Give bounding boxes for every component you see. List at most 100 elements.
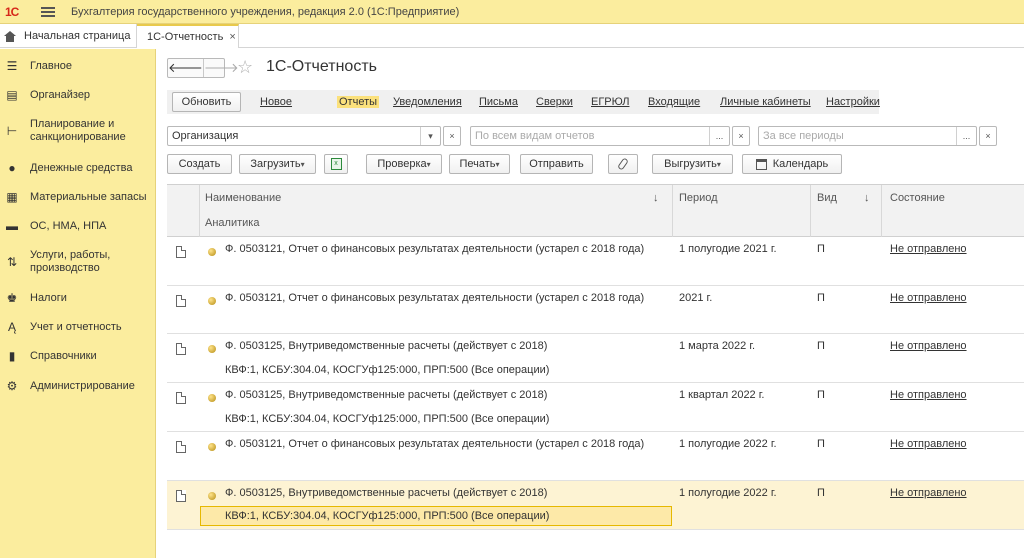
- report-name: Ф. 0503121, Отчет о финансовых результат…: [225, 243, 645, 255]
- check-label: Проверка: [377, 158, 427, 170]
- report-status-link[interactable]: Не отправлено: [890, 243, 967, 255]
- organization-field[interactable]: Организация ▾: [167, 126, 441, 146]
- column-divider: [199, 185, 200, 237]
- column-header-status[interactable]: Состояние: [890, 192, 945, 204]
- link-reconciliations[interactable]: Сверки: [536, 96, 573, 108]
- report-kind: П: [817, 340, 825, 352]
- chevron-down-icon[interactable]: ▾: [420, 127, 440, 145]
- attach-button[interactable]: [608, 154, 638, 174]
- refresh-button[interactable]: Обновить: [172, 92, 241, 112]
- excel-upload-button[interactable]: x: [324, 154, 348, 174]
- send-button[interactable]: Отправить: [520, 154, 593, 174]
- upload-button[interactable]: Загрузить: [239, 154, 316, 174]
- link-new[interactable]: Новое: [260, 96, 292, 108]
- status-ball-icon: [208, 297, 216, 305]
- link-incoming[interactable]: Входящие: [648, 96, 700, 108]
- document-icon: [176, 490, 186, 502]
- table-row[interactable]: Ф. 0503121, Отчет о финансовых результат…: [167, 237, 1024, 286]
- link-settings[interactable]: Настройки: [826, 96, 880, 108]
- select-ellipsis-icon[interactable]: ...: [709, 127, 729, 145]
- sidebar-item-label: Услуги, работы, производство: [30, 249, 111, 274]
- forward-button[interactable]: 🡒: [204, 59, 239, 77]
- link-egrul[interactable]: ЕГРЮЛ: [591, 96, 629, 108]
- print-button[interactable]: Печать: [449, 154, 510, 174]
- main-menu-icon[interactable]: [41, 6, 55, 17]
- document-icon: [176, 295, 186, 307]
- report-status-link[interactable]: Не отправлено: [890, 438, 967, 450]
- sidebar-item-directories[interactable]: ▮ Справочники: [0, 349, 156, 365]
- table-row[interactable]: Ф. 0503125, Внутриведомственные расчеты …: [167, 334, 1024, 383]
- sidebar-item-taxes[interactable]: ♚ Налоги: [0, 291, 156, 307]
- clear-organization-button[interactable]: ×: [443, 126, 461, 146]
- clear-report-types-button[interactable]: ×: [732, 126, 750, 146]
- report-period: 1 полугодие 2022 г.: [679, 438, 777, 450]
- close-tab-icon[interactable]: ×: [229, 31, 235, 43]
- link-personal-accounts[interactable]: Личные кабинеты: [720, 96, 811, 108]
- column-header-name[interactable]: Наименование: [205, 192, 281, 204]
- favorite-star-icon[interactable]: ☆: [237, 57, 253, 78]
- tab-home-label: Начальная страница: [24, 30, 131, 42]
- clear-periods-button[interactable]: ×: [979, 126, 997, 146]
- sidebar-item-services[interactable]: ⇅ Услуги, работы, производство: [0, 249, 156, 277]
- report-status-link[interactable]: Не отправлено: [890, 487, 967, 499]
- sidebar-item-main[interactable]: ☰ Главное: [0, 59, 156, 75]
- sidebar-item-label: ОС, НМА, НПА: [30, 220, 107, 232]
- column-divider: [672, 185, 673, 237]
- truck-icon: ▬: [6, 219, 18, 233]
- back-button[interactable]: 🡐: [168, 59, 204, 77]
- sidebar-item-label: Органайзер: [30, 89, 91, 101]
- tab-home[interactable]: Начальная страница: [0, 24, 137, 48]
- table-row-selected[interactable]: Ф. 0503125, Внутриведомственные расчеты …: [167, 481, 1024, 530]
- select-ellipsis-icon[interactable]: ...: [956, 127, 976, 145]
- paperclip-icon: [617, 157, 629, 171]
- report-status-link[interactable]: Не отправлено: [890, 340, 967, 352]
- report-period: 1 полугодие 2021 г.: [679, 243, 777, 255]
- organization-value: Организация: [172, 130, 239, 142]
- report-period: 1 квартал 2022 г.: [679, 389, 765, 401]
- column-divider: [881, 185, 882, 237]
- link-letters[interactable]: Письма: [479, 96, 518, 108]
- table-header: Наименование ↓ Аналитика Период Вид ↓ Со…: [167, 185, 1024, 237]
- report-analytics: КВФ:1, КСБУ:304.04, КОСГУф125:000, ПРП:5…: [225, 510, 550, 522]
- export-button[interactable]: Выгрузить: [652, 154, 733, 174]
- report-status-link[interactable]: Не отправлено: [890, 389, 967, 401]
- check-button[interactable]: Проверка: [366, 154, 442, 174]
- link-reports[interactable]: Отчеты: [337, 96, 380, 108]
- calendar-icon: [755, 158, 767, 170]
- sidebar-item-reporting[interactable]: Ą Учет и отчетность: [0, 320, 156, 336]
- table-row[interactable]: Ф. 0503121, Отчет о финансовых результат…: [167, 432, 1024, 481]
- gear-icon: ⚙: [6, 379, 18, 393]
- home-icon: [4, 30, 16, 42]
- sidebar-item-inventory[interactable]: ▦ Материальные запасы: [0, 190, 156, 206]
- sidebar-item-planning[interactable]: ⊢ Планирование и санкционирование: [0, 118, 156, 146]
- report-types-field[interactable]: По всем видам отчетов ...: [470, 126, 730, 146]
- sidebar-item-organizer[interactable]: ▤ Органайзер: [0, 88, 156, 104]
- report-status-link[interactable]: Не отправлено: [890, 292, 967, 304]
- column-header-kind[interactable]: Вид: [817, 192, 837, 204]
- report-name: Ф. 0503125, Внутриведомственные расчеты …: [225, 389, 548, 401]
- window-tabs: Начальная страница 1С-Отчетность ×: [0, 24, 1024, 48]
- calendar-button[interactable]: Календарь: [742, 154, 842, 174]
- tab-1c-reporting[interactable]: 1С-Отчетность ×: [137, 24, 239, 48]
- sort-arrow-icon[interactable]: ↓: [653, 192, 659, 204]
- table-row[interactable]: Ф. 0503125, Внутриведомственные расчеты …: [167, 383, 1024, 432]
- column-header-period[interactable]: Период: [679, 192, 718, 204]
- periods-placeholder: За все периоды: [763, 130, 844, 142]
- reporting-icon: Ą: [7, 320, 16, 334]
- app-title: Бухгалтерия государственного учреждения,…: [71, 5, 460, 18]
- directories-icon: ▮: [8, 349, 16, 363]
- table-row[interactable]: Ф. 0503121, Отчет о финансовых результат…: [167, 286, 1024, 334]
- column-header-analytics[interactable]: Аналитика: [205, 217, 259, 229]
- periods-field[interactable]: За все периоды ...: [758, 126, 977, 146]
- sidebar-item-money[interactable]: ● Денежные средства: [0, 161, 156, 177]
- sort-arrow-icon[interactable]: ↓: [864, 192, 870, 204]
- link-notifications[interactable]: Уведомления: [393, 96, 462, 108]
- create-button[interactable]: Создать: [167, 154, 232, 174]
- upload-label: Загрузить: [250, 158, 301, 170]
- report-name: Ф. 0503121, Отчет о финансовых результат…: [225, 292, 645, 304]
- column-divider: [810, 185, 811, 237]
- sidebar-item-fixed-assets[interactable]: ▬ ОС, НМА, НПА: [0, 219, 156, 235]
- report-kind: П: [817, 243, 825, 255]
- document-icon: [176, 246, 186, 258]
- sidebar-item-administration[interactable]: ⚙ Администрирование: [0, 379, 156, 395]
